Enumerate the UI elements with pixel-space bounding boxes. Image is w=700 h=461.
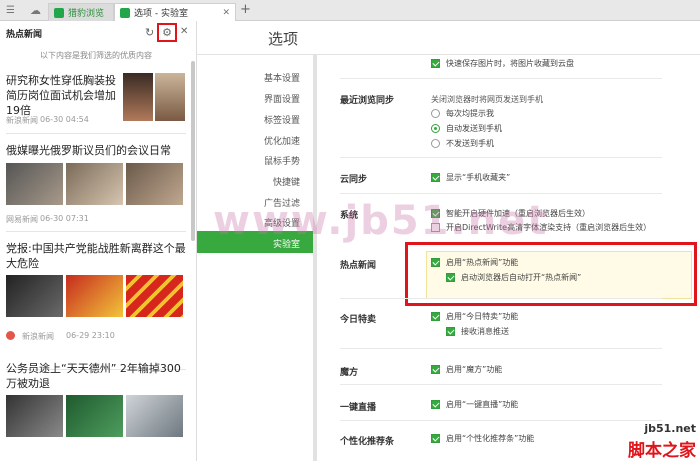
tab-liebao[interactable]: 猎豹浏览 — [48, 3, 114, 21]
sync-option-ask[interactable]: 每次均提示我 — [431, 108, 494, 119]
nav-item-interface[interactable]: 界面设置 — [214, 92, 300, 105]
new-tab-button[interactable]: + — [240, 2, 251, 17]
close-panel-icon[interactable]: ✕ — [180, 26, 188, 37]
divider — [340, 157, 662, 158]
settings-button[interactable]: ⚙ — [157, 23, 177, 42]
tab-label: 猎豹浏览 — [68, 9, 105, 19]
checkbox[interactable] — [431, 400, 440, 409]
panel-title: 热点新闻 — [6, 30, 43, 40]
panel-subtitle: 以下内容是我们筛选的优质内容 — [40, 51, 152, 60]
section-label-live: 一键直播 — [340, 403, 377, 413]
nav-item-tabs[interactable]: 标签设置 — [214, 113, 300, 126]
brand-name: 脚本之家 — [628, 441, 696, 461]
news-title[interactable]: 俄媒曝光俄罗斯议员们的会议日常 — [6, 143, 186, 158]
checkbox[interactable] — [431, 59, 440, 68]
enable-hot-news[interactable]: 启用“热点新闻”功能 — [431, 257, 518, 268]
checkbox[interactable] — [431, 173, 440, 182]
panel-scrollbar[interactable] — [191, 61, 195, 241]
cloud-icon[interactable]: ☁ — [30, 4, 41, 17]
section-label-cloud: 云同步 — [340, 175, 368, 185]
close-tab-icon[interactable]: ✕ — [222, 8, 230, 18]
news-title[interactable]: 公务员途上“天天德州” 2年输掉300万被劝退 — [6, 361, 186, 391]
enable-magic[interactable]: 启用“魔方”功能 — [431, 364, 502, 375]
news-thumbnail[interactable] — [155, 73, 185, 121]
enable-today-sale[interactable]: 启用“今日特卖”功能 — [431, 311, 518, 322]
checkbox[interactable] — [446, 327, 455, 336]
news-time: 06-29 23:10 — [66, 331, 115, 340]
nav-item-mouse-gestures[interactable]: 鼠标手势 — [214, 154, 300, 167]
divider — [340, 193, 662, 194]
checkbox[interactable] — [431, 434, 440, 443]
enable-live[interactable]: 启用“一键直播”功能 — [431, 399, 518, 410]
hot-news-panel: 热点新闻 ↻ ⚙ ✕ 以下内容是我们筛选的优质内容 研究称女性穿低胸装投简历岗位… — [0, 21, 197, 461]
title-divider — [197, 54, 700, 55]
sync-option-auto[interactable]: 自动发送到手机 — [431, 123, 502, 134]
brand-site: jb51.net — [644, 422, 696, 435]
news-thumbnail[interactable] — [66, 163, 123, 205]
news-thumbnail[interactable] — [6, 163, 63, 205]
news-thumbnail[interactable] — [66, 395, 123, 437]
section-label-personal: 个性化推荐条 — [340, 437, 395, 447]
news-source: 网易新闻 — [6, 215, 38, 224]
radio[interactable] — [431, 124, 440, 133]
brand-watermark: jb51.net 脚本之家 — [576, 420, 700, 461]
section-label-hot-news: 热点新闻 — [340, 261, 377, 271]
checkbox[interactable] — [431, 312, 440, 321]
nav-item-optimize[interactable]: 优化加速 — [214, 134, 300, 147]
checkbox[interactable] — [446, 273, 455, 282]
back-icon[interactable]: ☰ — [6, 5, 15, 16]
divider — [6, 231, 186, 232]
news-thumbnail[interactable] — [126, 275, 183, 317]
news-thumbnail[interactable] — [126, 163, 183, 205]
checkbox[interactable] — [431, 365, 440, 374]
refresh-icon[interactable]: ↻ — [145, 26, 154, 39]
radio[interactable] — [431, 139, 440, 148]
auto-open-hot-news[interactable]: 启动浏览器后自动打开“热点新闻” — [446, 272, 581, 283]
divider — [340, 78, 662, 79]
lab-icon — [120, 7, 130, 18]
enable-personal[interactable]: 启用“个性化推荐条”功能 — [431, 433, 534, 444]
news-thumbnail[interactable] — [6, 395, 63, 437]
liebao-icon — [54, 7, 64, 18]
radio[interactable] — [431, 109, 440, 118]
news-source: 新浪新闻 — [6, 116, 38, 125]
gear-icon: ⚙ — [162, 26, 172, 39]
news-title[interactable]: 研究称女性穿低胸装投简历岗位面试机会增加19倍 — [6, 73, 118, 118]
section-label-today-sale: 今日特卖 — [340, 315, 377, 325]
news-title[interactable]: 党报:中国共产党能战胜新离群这个最大危险 — [6, 241, 186, 271]
divider — [340, 298, 662, 299]
page-title: 选项 — [268, 30, 299, 48]
section-label-magic: 魔方 — [340, 368, 359, 378]
tab-options-lab[interactable]: 选项 - 实验室 ✕ — [114, 3, 236, 21]
news-time: 06-30 04:54 — [40, 115, 89, 124]
watermark-text: www.jb51.net — [213, 198, 549, 244]
sync-option-never[interactable]: 不发送到手机 — [431, 138, 494, 149]
sync-description: 关闭浏览器时将网页发送到手机 — [431, 95, 543, 104]
nav-item-basic[interactable]: 基本设置 — [214, 71, 300, 84]
source-badge-icon — [6, 331, 15, 340]
divider — [340, 384, 662, 385]
tab-bar: ☰ ☁ 猎豹浏览 选项 - 实验室 ✕ + — [0, 0, 700, 21]
news-thumbnail[interactable] — [126, 395, 183, 437]
checkbox[interactable] — [431, 258, 440, 267]
section-label-sync: 最近浏览同步 — [340, 96, 395, 106]
news-thumbnail[interactable] — [66, 275, 123, 317]
tab-label: 选项 - 实验室 — [134, 9, 188, 19]
divider — [340, 348, 662, 349]
receive-push[interactable]: 接收消息推送 — [446, 326, 509, 337]
nav-item-shortcuts[interactable]: 快捷键 — [214, 175, 300, 188]
save-image-to-cloud[interactable]: 快速保存图片时，将图片收藏到云盘 — [431, 58, 574, 69]
news-thumbnail[interactable] — [6, 275, 63, 317]
divider — [6, 133, 186, 134]
news-source: 新浪新闻 — [22, 332, 54, 341]
show-phone-bookmarks[interactable]: 显示“手机收藏夹” — [431, 172, 510, 183]
news-thumbnail[interactable] — [123, 73, 153, 121]
news-time: 06-30 07:31 — [40, 214, 89, 223]
settings-scrollbar[interactable] — [313, 55, 317, 461]
